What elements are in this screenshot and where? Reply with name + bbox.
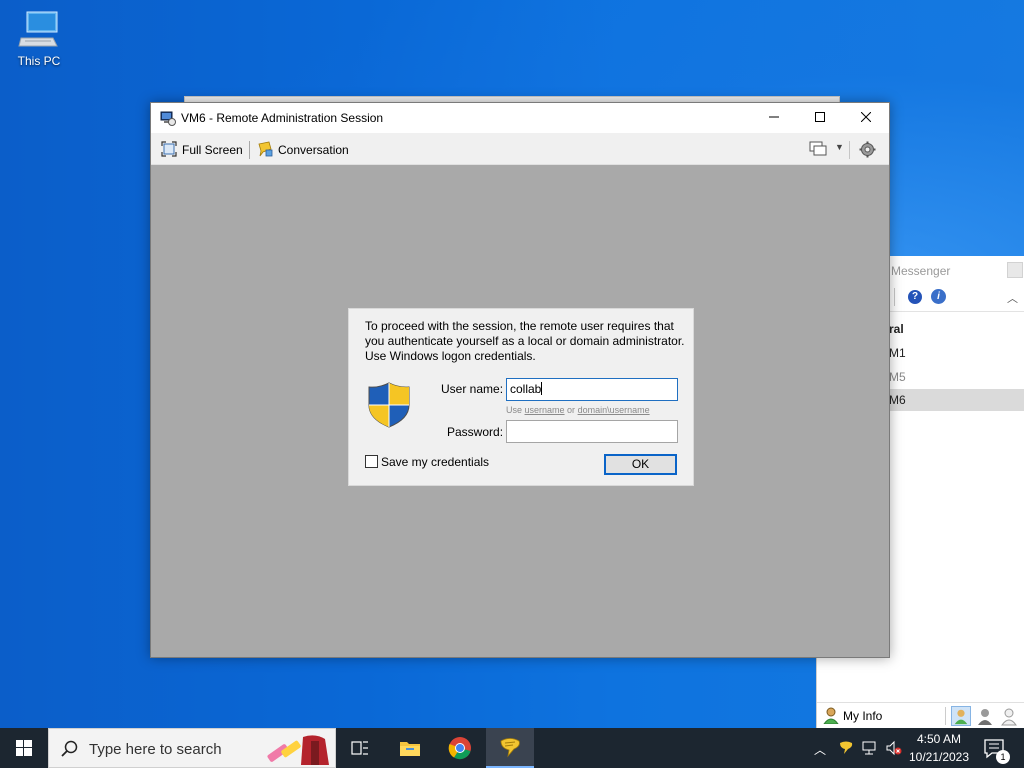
remote-session-view[interactable]: To proceed with the session, the remote … [151,165,889,657]
save-credentials-label[interactable]: Save my credentials [381,455,489,469]
full-screen-button[interactable]: Full Screen [182,143,243,157]
search-icon [61,740,78,757]
maximize-icon [815,112,825,122]
user-name-label: User name: [441,382,504,396]
taskbar-search-box[interactable]: Type here to search [48,728,336,768]
contact-m6[interactable]: M6 [887,389,1024,411]
footer-separator [945,707,946,725]
search-highlight-image [267,735,329,765]
contact-m5[interactable]: M5 [889,366,1024,388]
monitor-icon[interactable] [809,141,827,157]
toolbar-separator [249,141,250,159]
conversation-button[interactable]: Conversation [278,143,349,157]
conversation-icon[interactable] [257,141,274,158]
volume-muted-icon[interactable] [886,740,902,756]
status-offline-icon[interactable] [999,706,1019,726]
user-name-hint: Use username or domain\username [506,405,650,415]
messenger-footer: My Info [817,702,1024,728]
remote-session-window: VM6 - Remote Administration Session Full… [150,102,890,658]
computer-icon [18,11,58,47]
gear-icon[interactable] [859,141,876,158]
user-icon [823,707,839,724]
save-credentials-checkbox[interactable] [365,455,378,468]
close-button[interactable] [843,103,889,133]
status-online-icon[interactable] [951,706,971,726]
chevron-up-icon[interactable]: ︿ [814,741,826,758]
authentication-dialog: To proceed with the session, the remote … [348,308,694,486]
info-icon[interactable]: i [931,289,946,304]
network-icon[interactable] [862,740,878,756]
uac-shield-icon [368,382,410,428]
clock-date[interactable]: 10/21/2023 [908,750,970,764]
chrome-button[interactable] [436,728,484,768]
session-toolbar: Full Screen Conversation ▼ [151,133,889,165]
user-name-input[interactable]: collab [506,378,678,401]
messenger-taskbar-button[interactable] [486,728,534,768]
title-bar[interactable]: VM6 - Remote Administration Session [151,103,889,133]
text-caret [541,382,543,395]
task-view-icon [351,741,368,755]
messenger-title: Messenger [891,264,951,278]
clock-time[interactable]: 4:50 AM [916,732,962,746]
my-info-link[interactable]: My Info [843,709,882,723]
folder-icon [400,742,420,756]
close-icon [861,112,871,122]
help-icon[interactable]: ? [908,290,922,304]
user-name-value: collab [510,382,542,396]
messenger-icon [500,738,520,758]
notification-badge: 1 [996,750,1010,764]
messenger-tray-icon[interactable] [838,740,854,756]
desktop-icon-this-pc[interactable]: This PC [12,8,66,74]
search-placeholder: Type here to search [89,741,222,758]
ok-button[interactable]: OK [604,454,677,475]
toolbar-separator [849,141,850,159]
minimize-icon [769,116,779,118]
window-title: VM6 - Remote Administration Session [181,111,384,125]
start-button[interactable] [0,728,48,768]
task-view-button[interactable] [336,728,384,768]
messenger-close-button[interactable] [1007,262,1023,278]
contact-group-label: ral [889,322,904,336]
file-explorer-button[interactable] [386,728,434,768]
windows-logo-icon [16,740,32,756]
password-input[interactable] [506,420,678,443]
toolbar-separator [894,288,895,306]
chevron-down-icon[interactable]: ▼ [835,142,844,152]
desktop-icon-label: This PC [17,54,61,68]
chevron-up-icon[interactable]: ︿ [1007,290,1018,306]
remote-admin-icon [160,111,176,126]
minimize-button[interactable] [751,103,797,133]
status-away-icon[interactable] [975,706,995,726]
chrome-icon [448,737,471,760]
maximize-button[interactable] [797,103,843,133]
taskbar: Type here to search ︿ 4:50 AM 10/21/2023… [0,728,1024,768]
password-label: Password: [447,425,504,439]
contact-m1[interactable]: M1 [889,342,1024,364]
full-screen-icon[interactable] [161,141,177,157]
auth-message: To proceed with the session, the remote … [365,319,685,363]
